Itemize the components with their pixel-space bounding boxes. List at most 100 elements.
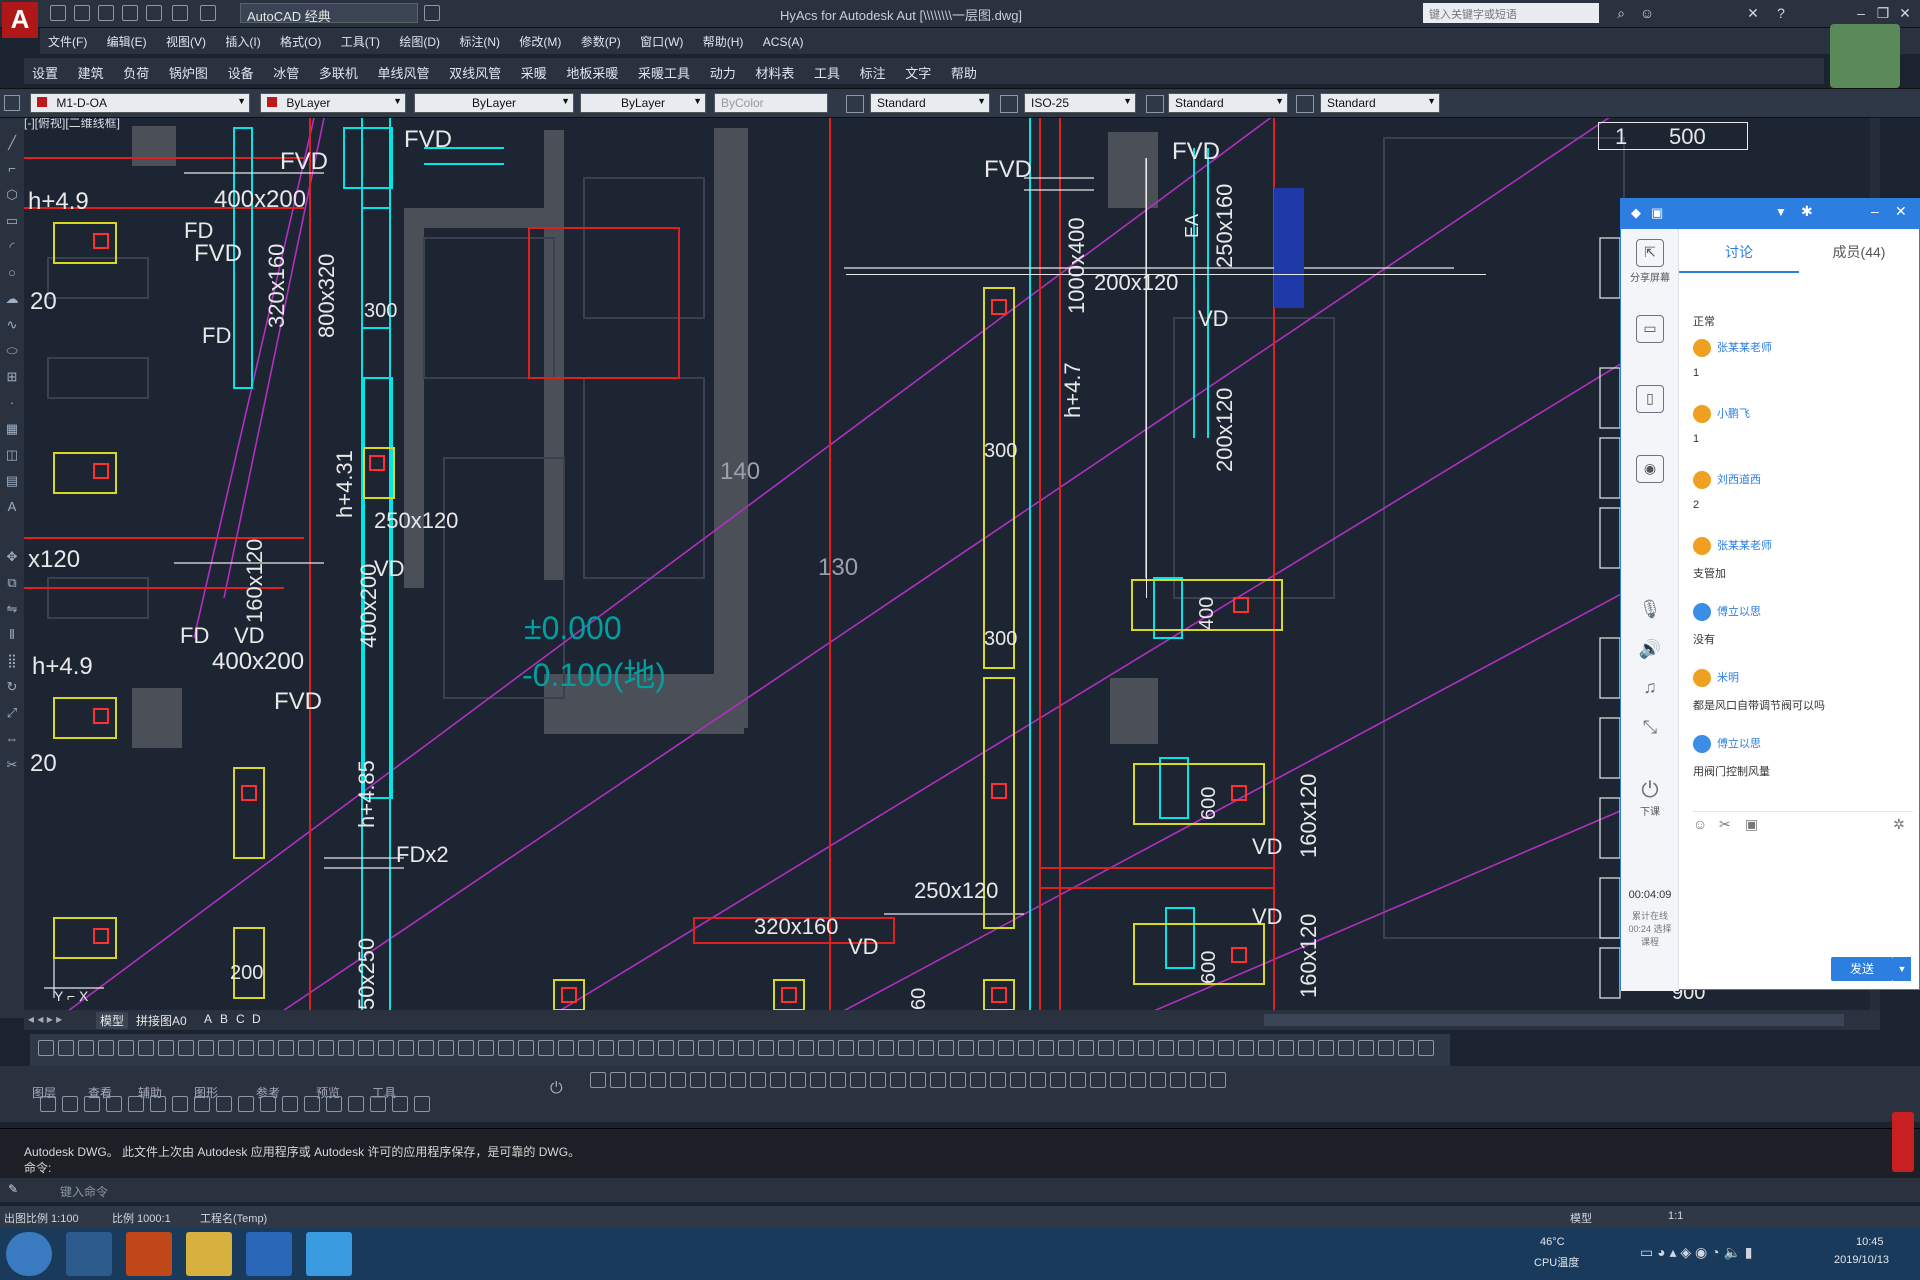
toolbar-tool-icon[interactable] [810, 1072, 826, 1088]
toolbar-tool-icon[interactable] [630, 1072, 646, 1088]
toolbar-tool-icon[interactable] [850, 1072, 866, 1088]
share-screen-button[interactable]: ⇱ 分享屏幕 [1625, 239, 1675, 284]
toolbar-tool-icon[interactable] [348, 1096, 364, 1112]
toolbar-tool-icon[interactable] [40, 1096, 56, 1112]
spline-tool-icon[interactable]: ∿ [3, 316, 21, 334]
toolbar-tool-icon[interactable] [1038, 1040, 1054, 1056]
toolbar-tool-icon[interactable] [1090, 1072, 1106, 1088]
toolbar-tool-icon[interactable] [106, 1096, 122, 1112]
image-icon[interactable]: ▣ [1745, 816, 1758, 833]
chat-input[interactable] [1693, 839, 1909, 929]
tab-layout-a0[interactable]: 拼接图A0 [136, 1012, 187, 1029]
toolbar-tool-icon[interactable] [78, 1040, 94, 1056]
toolbar-tool-icon[interactable] [298, 1040, 314, 1056]
hatch-tool-icon[interactable]: ▦ [3, 420, 21, 438]
tab-discuss[interactable]: 讨论 [1679, 229, 1799, 273]
toolbar-tool-icon[interactable] [598, 1040, 614, 1056]
plugin-menu-item[interactable]: 工具 [806, 58, 848, 87]
new-file-icon[interactable] [50, 5, 66, 21]
plugin-menu-item[interactable]: 双线风管 [441, 58, 509, 87]
menu-tools[interactable]: 工具(T) [333, 28, 388, 55]
table-style-icon[interactable] [1146, 95, 1164, 113]
toolbar-tool-icon[interactable] [358, 1040, 374, 1056]
plugin-menu-item[interactable]: 设置 [24, 58, 66, 87]
toolbar-tool-icon[interactable] [498, 1040, 514, 1056]
message-author[interactable]: 傅立以思 [1717, 606, 1761, 618]
project-status[interactable]: 工程名(Temp) [200, 1210, 267, 1226]
toolbar-tool-icon[interactable] [1258, 1040, 1274, 1056]
speaker-button[interactable]: 🔊 [1625, 639, 1675, 660]
toolbar-tool-icon[interactable] [670, 1072, 686, 1088]
mleader-style-icon[interactable] [1296, 95, 1314, 113]
toolbar-tool-icon[interactable] [1358, 1040, 1374, 1056]
toolbar-tool-icon[interactable] [658, 1040, 674, 1056]
ellipse-tool-icon[interactable]: ⬭ [3, 342, 21, 360]
layer-dropdown[interactable]: M1-D-OA ▼ [30, 93, 250, 113]
menu-acs[interactable]: ACS(A) [755, 30, 812, 54]
toolbar-tool-icon[interactable] [1338, 1040, 1354, 1056]
toolbar-tool-icon[interactable] [304, 1096, 320, 1112]
open-file-icon[interactable] [74, 5, 90, 21]
tray-icons[interactable]: ▭ ◕ ▴ ◈ ◉ ◔ 🔈 ▮ [1640, 1244, 1800, 1261]
message-author[interactable]: 刘西道西 [1717, 474, 1761, 486]
menu-format[interactable]: 格式(O) [272, 28, 329, 55]
toolbar-tool-icon[interactable] [1050, 1072, 1066, 1088]
toolbar-tool-icon[interactable] [158, 1040, 174, 1056]
wps-app-icon[interactable] [246, 1232, 292, 1276]
help-icon[interactable]: ? [1770, 3, 1792, 23]
scissors-icon[interactable]: ✂ [1719, 816, 1731, 833]
text-tool-icon[interactable]: A [3, 498, 21, 516]
minimize-chat-button[interactable]: – [1871, 203, 1879, 219]
print-icon[interactable] [146, 5, 162, 21]
toolbar-tool-icon[interactable] [1378, 1040, 1394, 1056]
plugin-menu-item[interactable]: 材料表 [747, 58, 802, 87]
menu-parametric[interactable]: 参数(P) [573, 28, 629, 55]
toolbar-tool-icon[interactable] [1210, 1072, 1226, 1088]
message-author[interactable]: 傅立以思 [1717, 738, 1761, 750]
plugin-menu-item[interactable]: 帮助 [943, 58, 985, 87]
toolbar-tool-icon[interactable] [218, 1040, 234, 1056]
toolbar-tool-icon[interactable] [1238, 1040, 1254, 1056]
undo-icon[interactable] [172, 5, 188, 21]
toolbar-tool-icon[interactable] [718, 1040, 734, 1056]
plot-scale-status[interactable]: 出图比例 1:100 [4, 1210, 79, 1226]
plugin-menu-item[interactable]: 标注 [852, 58, 894, 87]
menu-insert[interactable]: 插入(I) [217, 28, 268, 55]
toolbar-tool-icon[interactable] [958, 1040, 974, 1056]
hyacs-app-icon[interactable] [126, 1232, 172, 1276]
tab-layout-a[interactable]: A [204, 1012, 212, 1026]
toolbar-tool-icon[interactable] [238, 1096, 254, 1112]
rectangle-tool-icon[interactable]: ▭ [3, 212, 21, 230]
toolbar-tool-icon[interactable] [178, 1040, 194, 1056]
insert-block-icon[interactable]: ⊞ [3, 368, 21, 386]
arc-tool-icon[interactable]: ◜ [3, 238, 21, 256]
toolbar-tool-icon[interactable] [418, 1040, 434, 1056]
pin-icon[interactable]: ◆ [1631, 205, 1645, 220]
toolbar-tool-icon[interactable] [738, 1040, 754, 1056]
toolbar-tool-icon[interactable] [998, 1040, 1014, 1056]
workspace-settings-icon[interactable] [424, 5, 440, 21]
annotation-scale[interactable]: 1:1 [1668, 1210, 1683, 1222]
mleader-style-dropdown[interactable]: Standard ▼ [1320, 93, 1440, 113]
toolbar-tool-icon[interactable] [538, 1040, 554, 1056]
toolbar-tool-icon[interactable] [1398, 1040, 1414, 1056]
tab-layout-b[interactable]: B [220, 1012, 228, 1026]
minimize-button[interactable]: – [1850, 3, 1872, 23]
menu-edit[interactable]: 编辑(E) [99, 28, 155, 55]
toolbar-tool-icon[interactable] [638, 1040, 654, 1056]
ie-browser-icon[interactable] [66, 1232, 112, 1276]
toolbar-tool-icon[interactable] [750, 1072, 766, 1088]
save-icon[interactable] [98, 5, 114, 21]
toolbar-tool-icon[interactable] [970, 1072, 986, 1088]
menu-window[interactable]: 窗口(W) [632, 28, 691, 55]
plugin-menu-item[interactable]: 负荷 [115, 58, 157, 87]
region-tool-icon[interactable]: ◫ [3, 446, 21, 464]
plugin-menu-item[interactable]: 建筑 [70, 58, 112, 87]
toolbar-tool-icon[interactable] [858, 1040, 874, 1056]
save-as-icon[interactable] [122, 5, 138, 21]
command-wrench-icon[interactable]: ✎ [8, 1182, 18, 1196]
toolbar-tool-icon[interactable] [1030, 1072, 1046, 1088]
toolbar-tool-icon[interactable] [378, 1040, 394, 1056]
power-icon[interactable]: ⏻ [550, 1080, 563, 1098]
offset-tool-icon[interactable]: ⫴ [3, 626, 21, 644]
